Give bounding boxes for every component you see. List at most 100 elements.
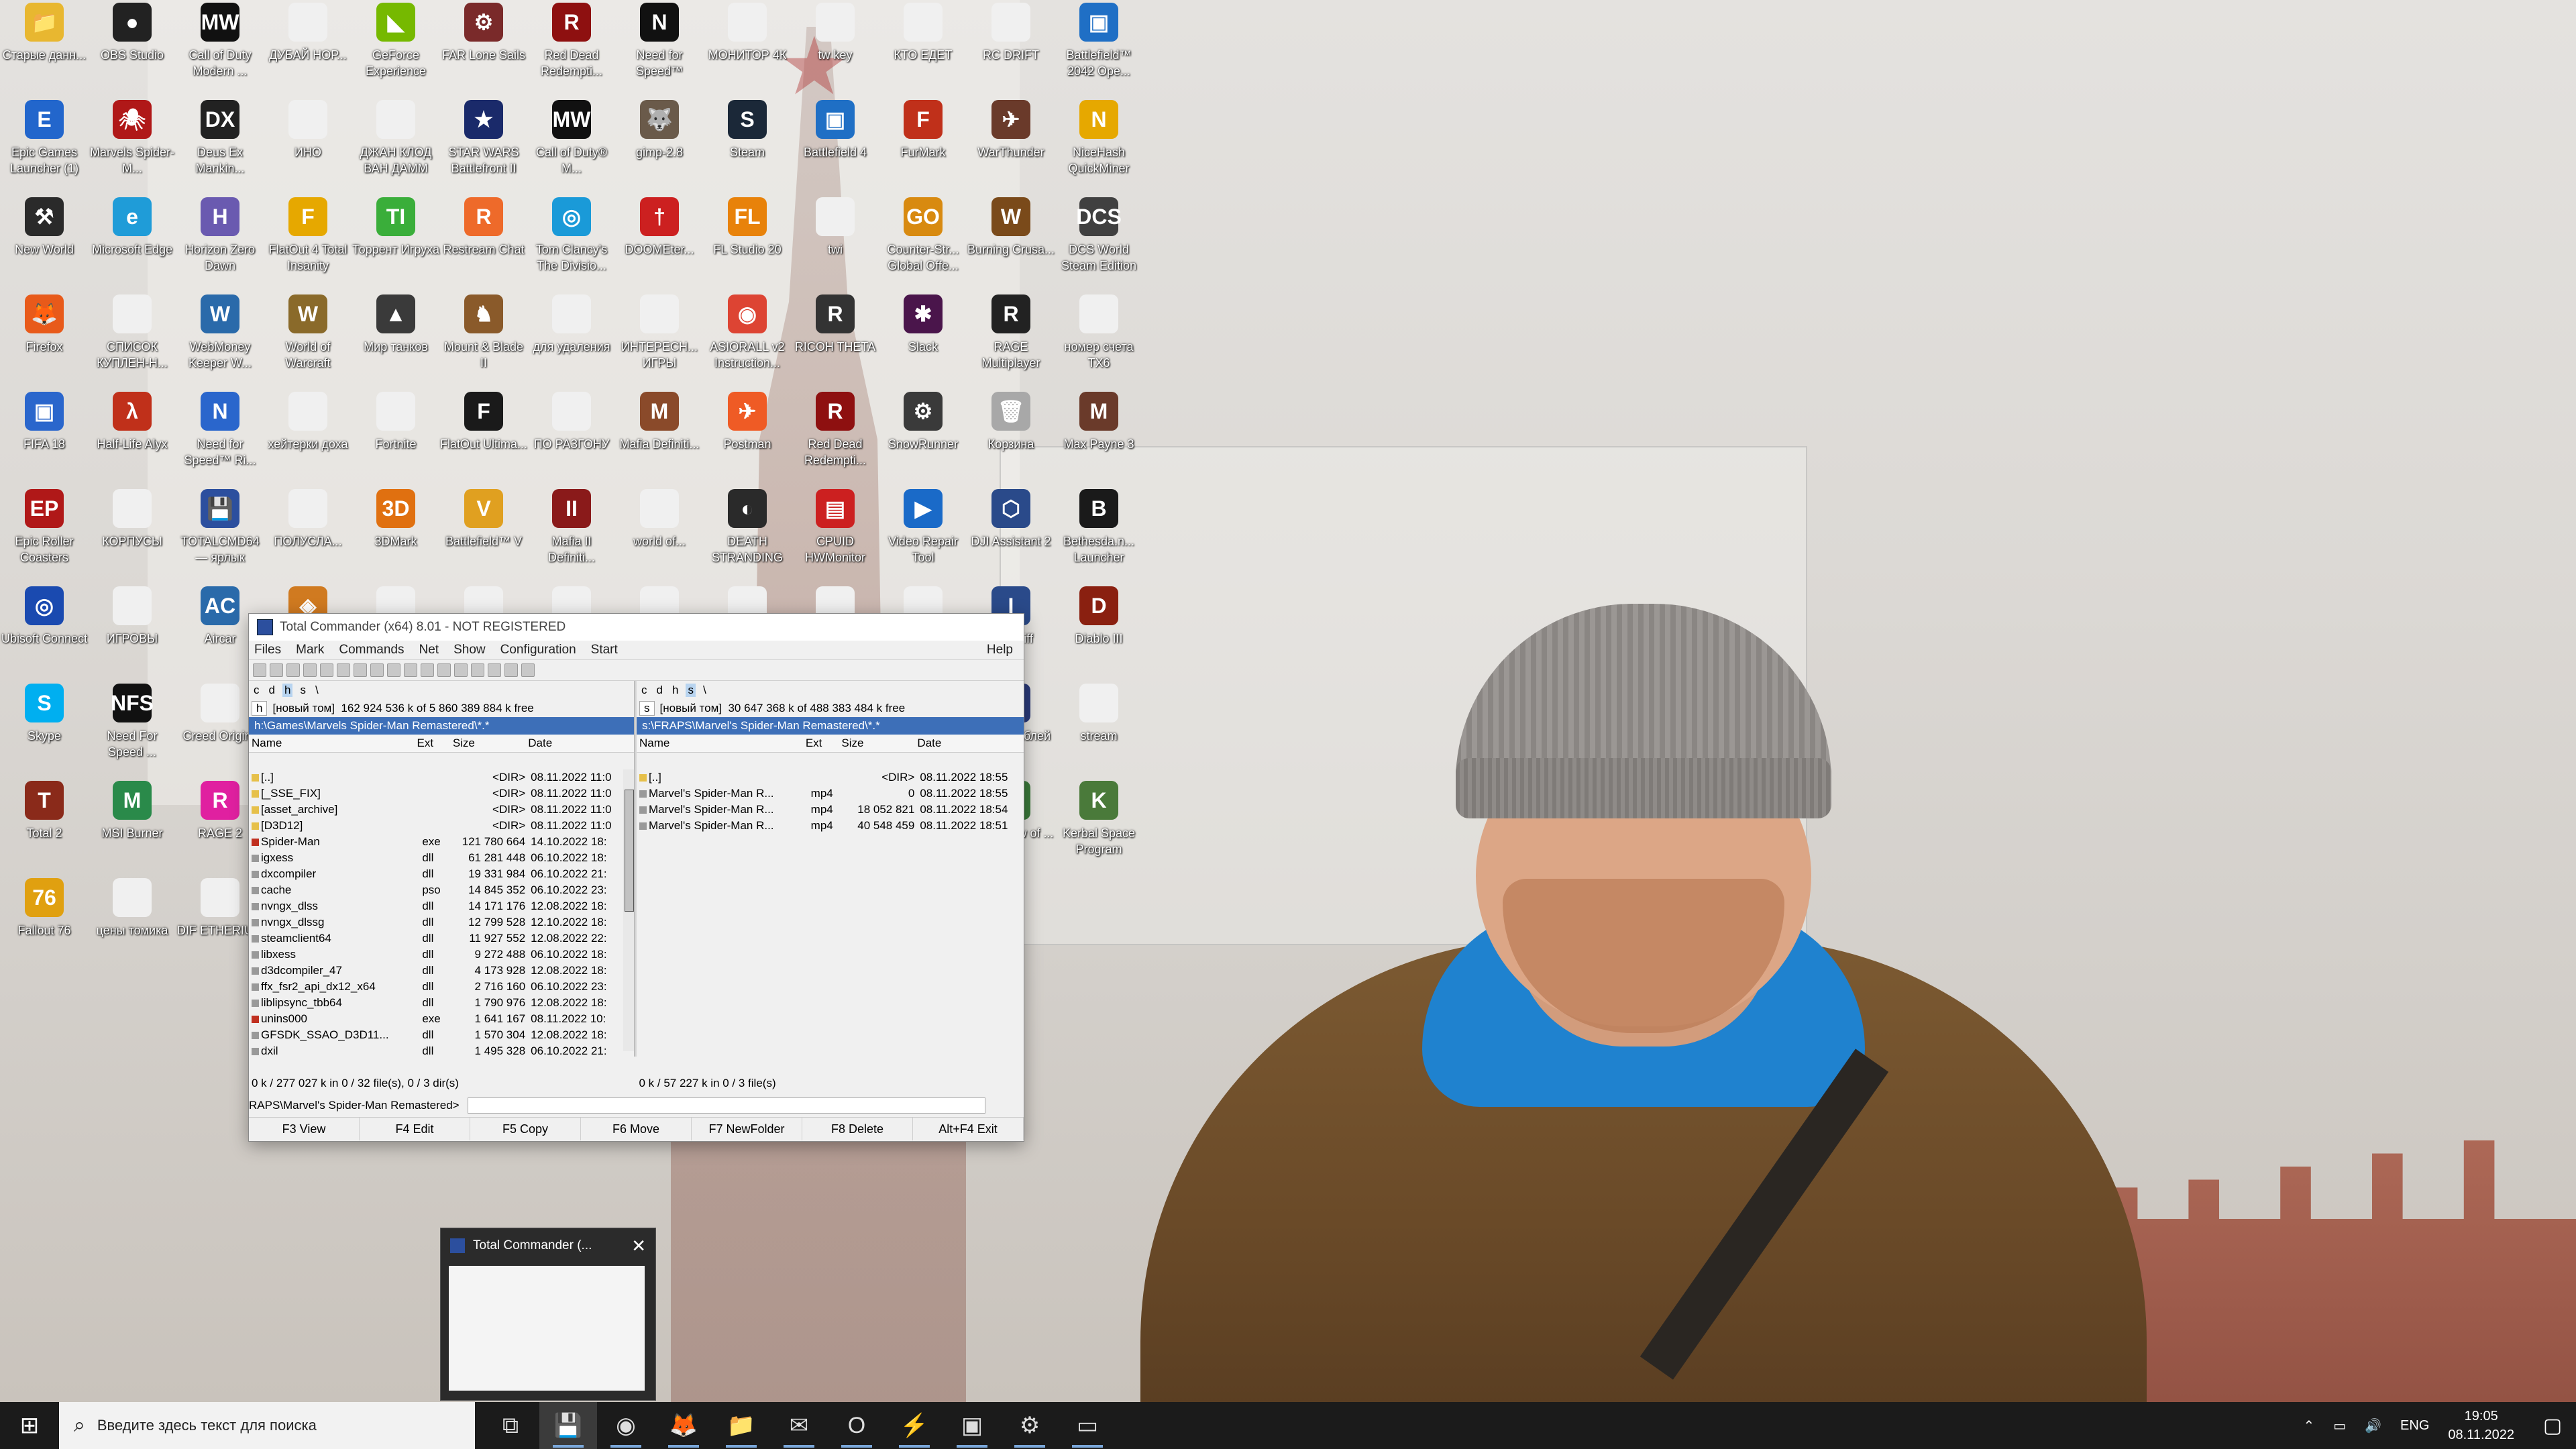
f7-newfolder-button[interactable]: F7 NewFolder	[692, 1118, 802, 1140]
menu-mark[interactable]: Mark	[296, 643, 324, 657]
menu-help[interactable]: Help	[987, 643, 1013, 657]
desktop-icon[interactable]: stream	[1055, 681, 1143, 775]
desktop-icon[interactable]: ДУБАЙ НОР...	[264, 0, 352, 94]
file-row[interactable]: [asset_archive] <DIR> 08.11.2022 11:0	[249, 802, 634, 818]
desktop-icon[interactable]: 🕷 Marvels Spider-M...	[88, 97, 176, 191]
desktop-icon[interactable]: 🦊 Firefox	[0, 292, 89, 386]
taskbar-file-explorer-button[interactable]: 📁	[712, 1402, 770, 1449]
close-icon[interactable]: ✕	[631, 1236, 646, 1256]
refresh-icon[interactable]	[253, 663, 266, 677]
desktop-icon[interactable]: F FlatOut Ultima...	[439, 389, 528, 483]
window-titlebar[interactable]: Total Commander (x64) 8.01 - NOT REGISTE…	[249, 614, 1024, 641]
taskbar-app-red-button[interactable]: ⚡	[885, 1402, 943, 1449]
network-icon[interactable]: ▭	[2333, 1417, 2346, 1434]
volume-icon[interactable]: 🔊	[2365, 1417, 2381, 1434]
desktop-icon[interactable]: ▤ CPUID HWMonitor	[791, 486, 879, 580]
desktop-icon[interactable]: ▶ Video Repair Tool	[879, 486, 967, 580]
file-row[interactable]: dxil dll 1 495 328 06.10.2022 21:	[249, 1043, 634, 1057]
desktop-icon[interactable]: GO Counter-Str... Global Offe...	[879, 195, 967, 288]
drive-c-button[interactable]: c	[639, 684, 649, 697]
taskbar-window-button[interactable]: ▭	[1059, 1402, 1116, 1449]
desktop-icon[interactable]: R Restream Chat	[439, 195, 528, 288]
compare-icon[interactable]	[504, 663, 518, 677]
f4-edit-button[interactable]: F4 Edit	[360, 1118, 470, 1140]
total-commander-window[interactable]: Total Commander (x64) 8.01 - NOT REGISTE…	[248, 613, 1024, 1142]
desktop-icon[interactable]: DCS DCS World Steam Edition	[1055, 195, 1143, 288]
desktop-icon[interactable]: ◎ Ubisoft Connect	[0, 584, 89, 678]
menu-start[interactable]: Start	[591, 643, 618, 657]
menu-commands[interactable]: Commands	[339, 643, 404, 657]
desktop-icon[interactable]: F FlatOut 4 Total Insanity	[264, 195, 352, 288]
desktop-icon[interactable]: W WebMoney Keeper W...	[176, 292, 264, 386]
desktop-icon[interactable]: twi	[791, 195, 879, 288]
right-panel[interactable]: c d h s \ s [новый том] 30 647 368 k of …	[635, 681, 1024, 1057]
chevron-up-icon[interactable]: ⌃	[2303, 1417, 2314, 1434]
desktop-icon[interactable]: RC DRIFT	[967, 0, 1055, 94]
taskbar-settings-button[interactable]: ⚙	[1001, 1402, 1059, 1449]
language-indicator[interactable]: ENG	[2400, 1418, 2429, 1434]
root-button[interactable]: \	[701, 684, 708, 697]
desktop-icon[interactable]: II Mafia II Definiti...	[527, 486, 616, 580]
desktop-icon[interactable]: цены томика	[88, 875, 176, 969]
taskbar-app-purple-button[interactable]: ▣	[943, 1402, 1001, 1449]
tree-icon[interactable]	[303, 663, 317, 677]
thumbnail-icon[interactable]	[320, 663, 333, 677]
desktop-icon[interactable]: D Diablo III	[1055, 584, 1143, 678]
desktop-icon[interactable]: NFS Need For Speed ...	[88, 681, 176, 775]
desktop-icon[interactable]: N Need for Speed™ Ri...	[176, 389, 264, 483]
desktop-icon[interactable]: R Red Dead Redempti...	[791, 389, 879, 483]
file-row[interactable]: Marvel's Spider-Man R... mp4 0 08.11.2022 1…	[637, 786, 1024, 802]
file-row[interactable]: liblipsync_tbb64 dll 1 790 976 12.08.2022 1…	[249, 995, 634, 1011]
desktop-icon[interactable]: ⚙ SnowRunner	[879, 389, 967, 483]
right-drive-select[interactable]: s	[639, 701, 655, 716]
desktop-icon[interactable]: ⚒ New World	[0, 195, 89, 288]
root-button[interactable]: \	[313, 684, 321, 697]
desktop-icon[interactable]: ◣ GeForce Experience	[352, 0, 440, 94]
ftp-new-icon[interactable]	[437, 663, 451, 677]
notepad-icon[interactable]	[521, 663, 535, 677]
desktop-icon[interactable]: МОНИТОР 4К	[703, 0, 792, 94]
left-panel[interactable]: c d h s \ h [новый том] 162 924 536 k of…	[249, 681, 635, 1057]
desktop-icon[interactable]: S Steam	[703, 97, 792, 191]
pack-icon[interactable]	[387, 663, 400, 677]
drive-h-button[interactable]: h	[670, 684, 680, 697]
desktop-icon[interactable]: tw key	[791, 0, 879, 94]
desktop-icon[interactable]: M MSI Burner	[88, 778, 176, 872]
file-row[interactable]: igxess dll 61 281 448 06.10.2022 18:	[249, 850, 634, 866]
drive-h-button[interactable]: h	[282, 684, 293, 697]
desktop-icon[interactable]: ИГРОВЫ	[88, 584, 176, 678]
f8-delete-button[interactable]: F8 Delete	[802, 1118, 913, 1140]
desktop-icon[interactable]: ✱ Slack	[879, 292, 967, 386]
file-row[interactable]: nvngx_dlss dll 14 171 176 12.08.2022 18:	[249, 898, 634, 914]
col-size[interactable]: Size	[839, 737, 914, 750]
find-icon[interactable]	[454, 663, 468, 677]
right-path-bar[interactable]: s:\FRAPS\Marvel's Spider-Man Remastered\…	[637, 717, 1024, 735]
desktop-icon[interactable]: хейтерки доха	[264, 389, 352, 483]
desktop-icon[interactable]: R RICOH THETA	[791, 292, 879, 386]
file-row[interactable]: Spider-Man exe 121 780 664 14.10.2022 18:	[249, 834, 634, 850]
desktop-icon[interactable]: ИНО	[264, 97, 352, 191]
col-name[interactable]: Name	[249, 737, 415, 750]
desktop-icon[interactable]: ▣ FIFA 18	[0, 389, 89, 483]
desktop-icon[interactable]: ◉ ASIORALL v2 Instruction...	[703, 292, 792, 386]
taskbar-firefox-button[interactable]: 🦊	[655, 1402, 712, 1449]
desktop-icon[interactable]: 🗑 Корзина	[967, 389, 1055, 483]
forward-icon[interactable]	[370, 663, 384, 677]
desktop-icon[interactable]: 📁 Старые данн...	[0, 0, 89, 94]
drive-d-button[interactable]: d	[267, 684, 277, 697]
desktop-icon[interactable]: e Microsoft Edge	[88, 195, 176, 288]
desktop-icon[interactable]: world of...	[615, 486, 704, 580]
desktop-icon[interactable]: ● OBS Studio	[88, 0, 176, 94]
desktop-icon[interactable]: Fortnite	[352, 389, 440, 483]
desktop-icon[interactable]: W World of Warcraft	[264, 292, 352, 386]
f3-view-button[interactable]: F3 View	[249, 1118, 360, 1140]
command-input[interactable]	[467, 1097, 985, 1114]
desktop-icon[interactable]: MW Call of Duty Modern ...	[176, 0, 264, 94]
col-size[interactable]: Size	[450, 737, 525, 750]
desktop-icon[interactable]: B Bethesda.n... Launcher	[1055, 486, 1143, 580]
file-row[interactable]: [D3D12] <DIR> 08.11.2022 11:0	[249, 818, 634, 834]
desktop-icon[interactable]: 3D 3DMark	[352, 486, 440, 580]
back-icon[interactable]	[354, 663, 367, 677]
desktop-icon[interactable]: ♞ Mount & Blade II	[439, 292, 528, 386]
drive-s-button[interactable]: s	[298, 684, 308, 697]
